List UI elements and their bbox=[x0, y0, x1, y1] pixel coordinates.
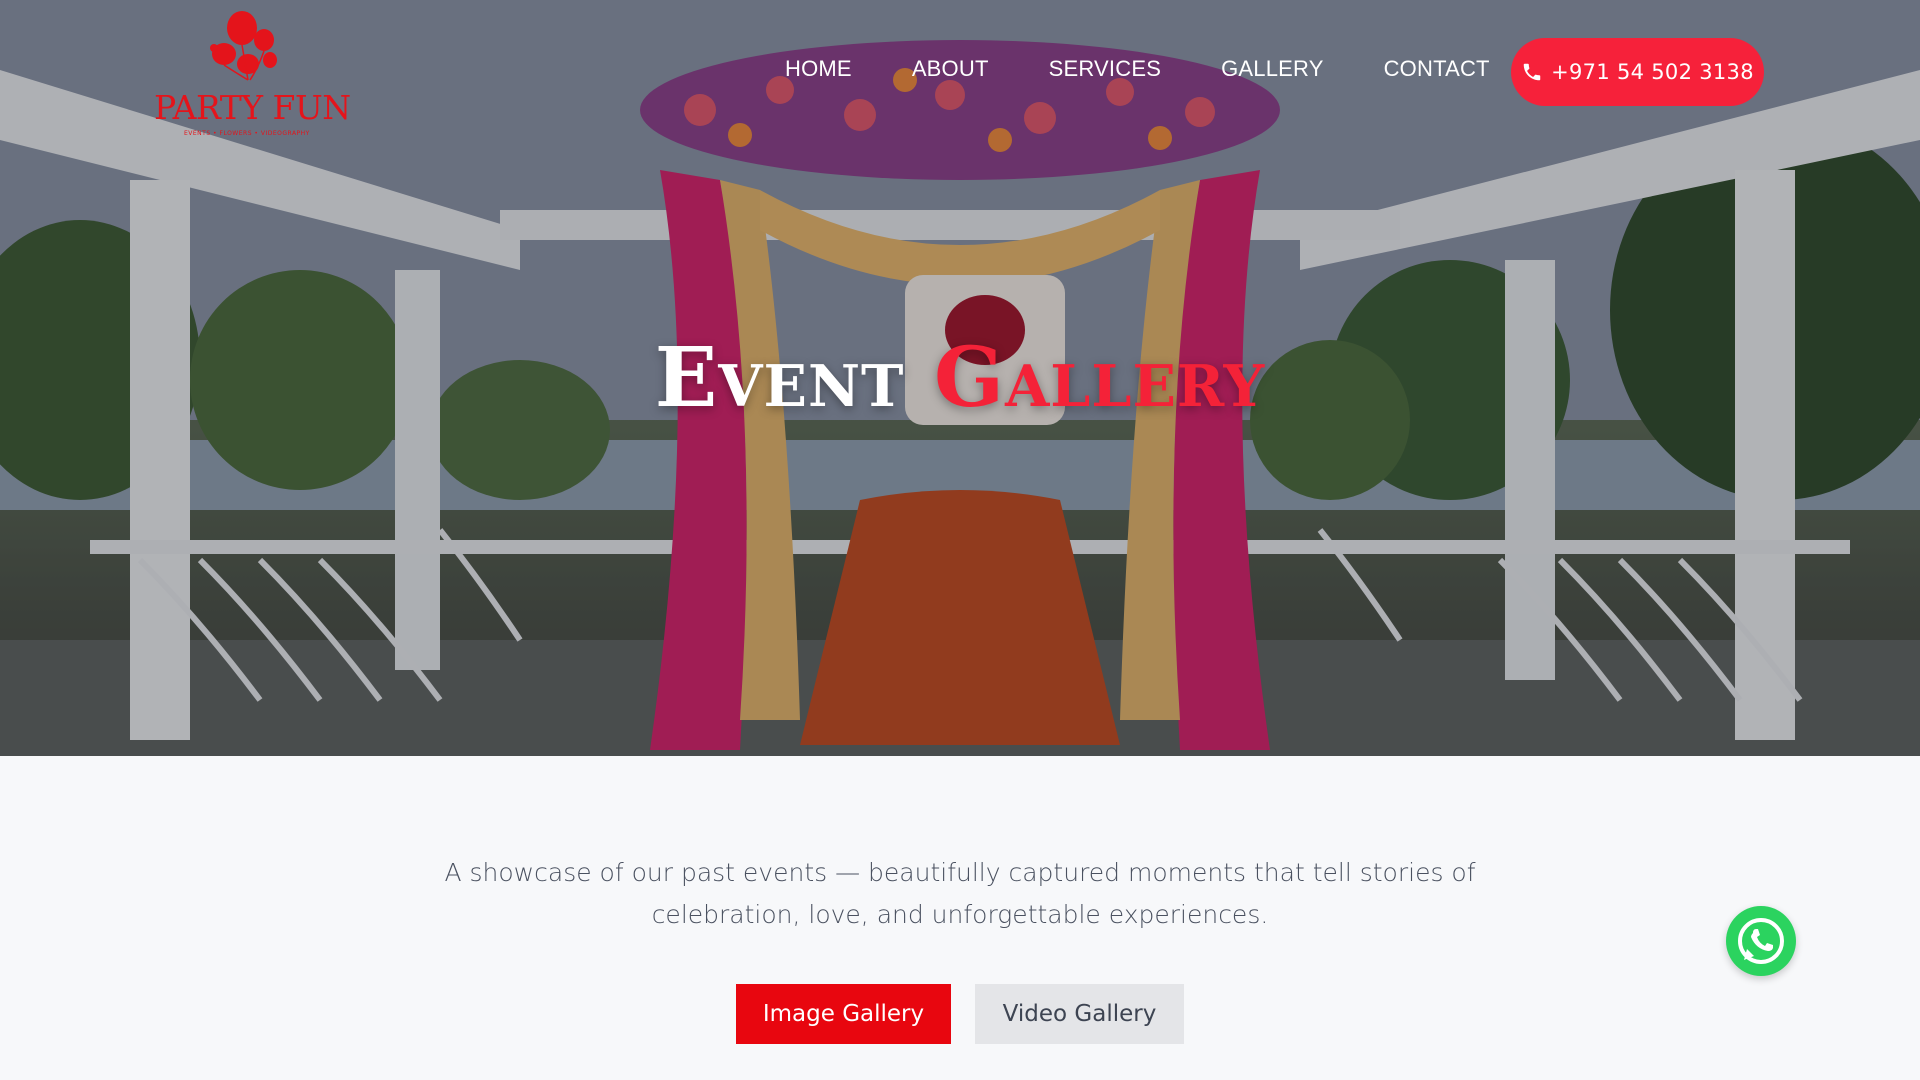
page-title-word-2: Gallery bbox=[934, 330, 1266, 426]
page-title: Event Gallery bbox=[0, 330, 1920, 426]
nav-about[interactable]: ABOUT bbox=[912, 56, 989, 82]
nav-gallery[interactable]: GALLERY bbox=[1221, 56, 1324, 82]
gallery-intro-text: A showcase of our past events — beautifu… bbox=[444, 858, 1476, 929]
phone-icon bbox=[1523, 63, 1541, 81]
balloon-logo-icon bbox=[210, 11, 277, 81]
brand-name: PARTY FUN bbox=[154, 88, 351, 127]
phone-call-button[interactable]: +971 54 502 3138 bbox=[1511, 38, 1764, 106]
nav-services[interactable]: SERVICES bbox=[1049, 56, 1161, 82]
page-title-word-1: Event bbox=[654, 330, 905, 426]
nav-home[interactable]: HOME bbox=[785, 56, 852, 82]
phone-number: +971 54 502 3138 bbox=[1551, 60, 1754, 84]
hero-banner: PARTY FUN EVENTS • FLOWERS • VIDEOGRAPHY… bbox=[0, 0, 1920, 756]
whatsapp-icon bbox=[1738, 918, 1784, 964]
nav-contact[interactable]: CONTACT bbox=[1384, 56, 1490, 82]
main-navigation: HOME ABOUT SERVICES GALLERY CONTACT bbox=[785, 56, 1490, 82]
brand-logo[interactable]: PARTY FUN EVENTS • FLOWERS • VIDEOGRAPHY bbox=[150, 8, 351, 137]
image-gallery-tab[interactable]: Image Gallery bbox=[736, 984, 951, 1044]
whatsapp-button[interactable] bbox=[1726, 906, 1796, 976]
video-gallery-tab[interactable]: Video Gallery bbox=[975, 984, 1184, 1044]
brand-tagline: EVENTS • FLOWERS • VIDEOGRAPHY bbox=[184, 130, 310, 137]
